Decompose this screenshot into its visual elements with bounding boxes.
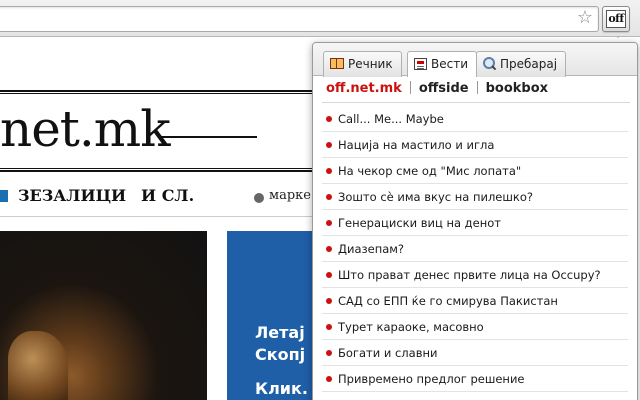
tab-dictionary-label: Речник	[348, 57, 393, 71]
tab-search-label: Пребарај	[500, 57, 558, 71]
news-item[interactable]: На чекор сме од "Мис лопата"	[322, 158, 628, 184]
news-item-title: САД со ЕПП ќе го смирува Пакистан	[338, 294, 558, 308]
search-icon	[483, 57, 496, 70]
nav-item-i-sl[interactable]: И СЛ.	[141, 186, 194, 205]
nav-item-marker[interactable]: марке	[269, 188, 311, 203]
news-item-title: Турет караоке, масовно	[338, 320, 484, 334]
nav-item-zezalici[interactable]: ЗЕЗАЛИЦИ	[18, 186, 126, 205]
source-divider	[409, 81, 411, 94]
news-item[interactable]: Диазепам?	[322, 236, 628, 262]
news-item-title: Генерациски виц на денот	[338, 216, 501, 230]
tab-dictionary[interactable]: Речник	[323, 51, 402, 77]
source-bookbox[interactable]: bookbox	[486, 77, 548, 101]
tab-news-label: Вести	[431, 57, 469, 71]
bullet-icon	[326, 350, 332, 356]
news-item[interactable]: Call... Me... Maybe	[322, 106, 628, 132]
bullet-icon	[326, 116, 332, 122]
source-offside[interactable]: offside	[419, 77, 469, 101]
extension-button[interactable]: off	[602, 6, 630, 43]
bullet-icon	[326, 298, 332, 304]
site-logo[interactable]: net.mk	[0, 102, 170, 156]
browser-toolbar: ☆ off	[0, 0, 640, 43]
extension-popup: Речник Вести Пребарај off.net.mk offside b…	[312, 42, 638, 400]
promo-line-2: Скопј	[255, 345, 306, 364]
news-item[interactable]: Турет караоке, масовно	[322, 314, 628, 340]
nav-marker-square	[0, 190, 8, 202]
promo-line-1: Летај	[255, 323, 305, 342]
bullet-icon	[326, 194, 332, 200]
news-item[interactable]: Нација на мастило и игла	[322, 132, 628, 158]
sources-divider	[322, 102, 630, 103]
bullet-icon	[326, 246, 332, 252]
logo-dash	[161, 136, 257, 138]
bullet-icon	[326, 142, 332, 148]
tab-news[interactable]: Вести	[407, 51, 478, 77]
news-icon	[414, 57, 427, 70]
news-item[interactable]: Што прават денес првите лица на Occupy?	[322, 262, 628, 288]
news-item-title: Зошто сè има вкус на пилешко?	[338, 190, 533, 204]
news-item[interactable]: САД со ЕПП ќе го смирува Пакистан	[322, 288, 628, 314]
masthead-rule-bottom	[0, 168, 330, 172]
news-item-title: Што прават денес првите лица на Occupy?	[338, 268, 601, 282]
promo-line-3: Клик.	[255, 379, 308, 398]
star-icon[interactable]: ☆	[574, 7, 596, 29]
extension-button-label: off	[606, 10, 626, 28]
news-item[interactable]: Генерациски виц на денот	[322, 210, 628, 236]
news-item-title: Богати и славни	[338, 346, 438, 360]
news-item[interactable]: Привремено предлог решение	[322, 366, 628, 392]
bullet-icon	[326, 220, 332, 226]
news-item[interactable]: Зошто сè има вкус на пилешко?	[322, 184, 628, 210]
bullet-icon	[326, 168, 332, 174]
bullet-icon	[326, 272, 332, 278]
book-icon	[330, 58, 344, 69]
nav-divider	[0, 216, 330, 217]
news-item-title: Нација на мастило и игла	[338, 138, 495, 152]
masthead-rule-top	[0, 90, 330, 94]
news-list: Call... Me... Maybe Нација на мастило и …	[313, 106, 637, 392]
bullet-icon	[326, 376, 332, 382]
source-links: off.net.mk offside bookbox	[313, 77, 637, 101]
news-item-title: Привремено предлог решение	[338, 372, 525, 386]
nav-bullet-icon	[254, 193, 264, 203]
tab-search[interactable]: Пребарај	[476, 51, 567, 77]
source-off-net-mk[interactable]: off.net.mk	[326, 77, 402, 101]
bullet-icon	[326, 324, 332, 330]
news-item[interactable]: Богати и славни	[322, 340, 628, 366]
news-item-title: На чекор сме од "Мис лопата"	[338, 164, 522, 178]
news-item-title: Диазепам?	[338, 242, 405, 256]
site-nav: ЗЕЗАЛИЦИ И СЛ. марке	[0, 178, 330, 218]
news-item-title: Call... Me... Maybe	[338, 112, 444, 126]
popup-tabs: Речник Вести Пребарај	[313, 43, 637, 77]
address-bar[interactable]	[0, 6, 599, 32]
source-divider	[476, 81, 478, 94]
article-photo[interactable]	[0, 231, 207, 400]
